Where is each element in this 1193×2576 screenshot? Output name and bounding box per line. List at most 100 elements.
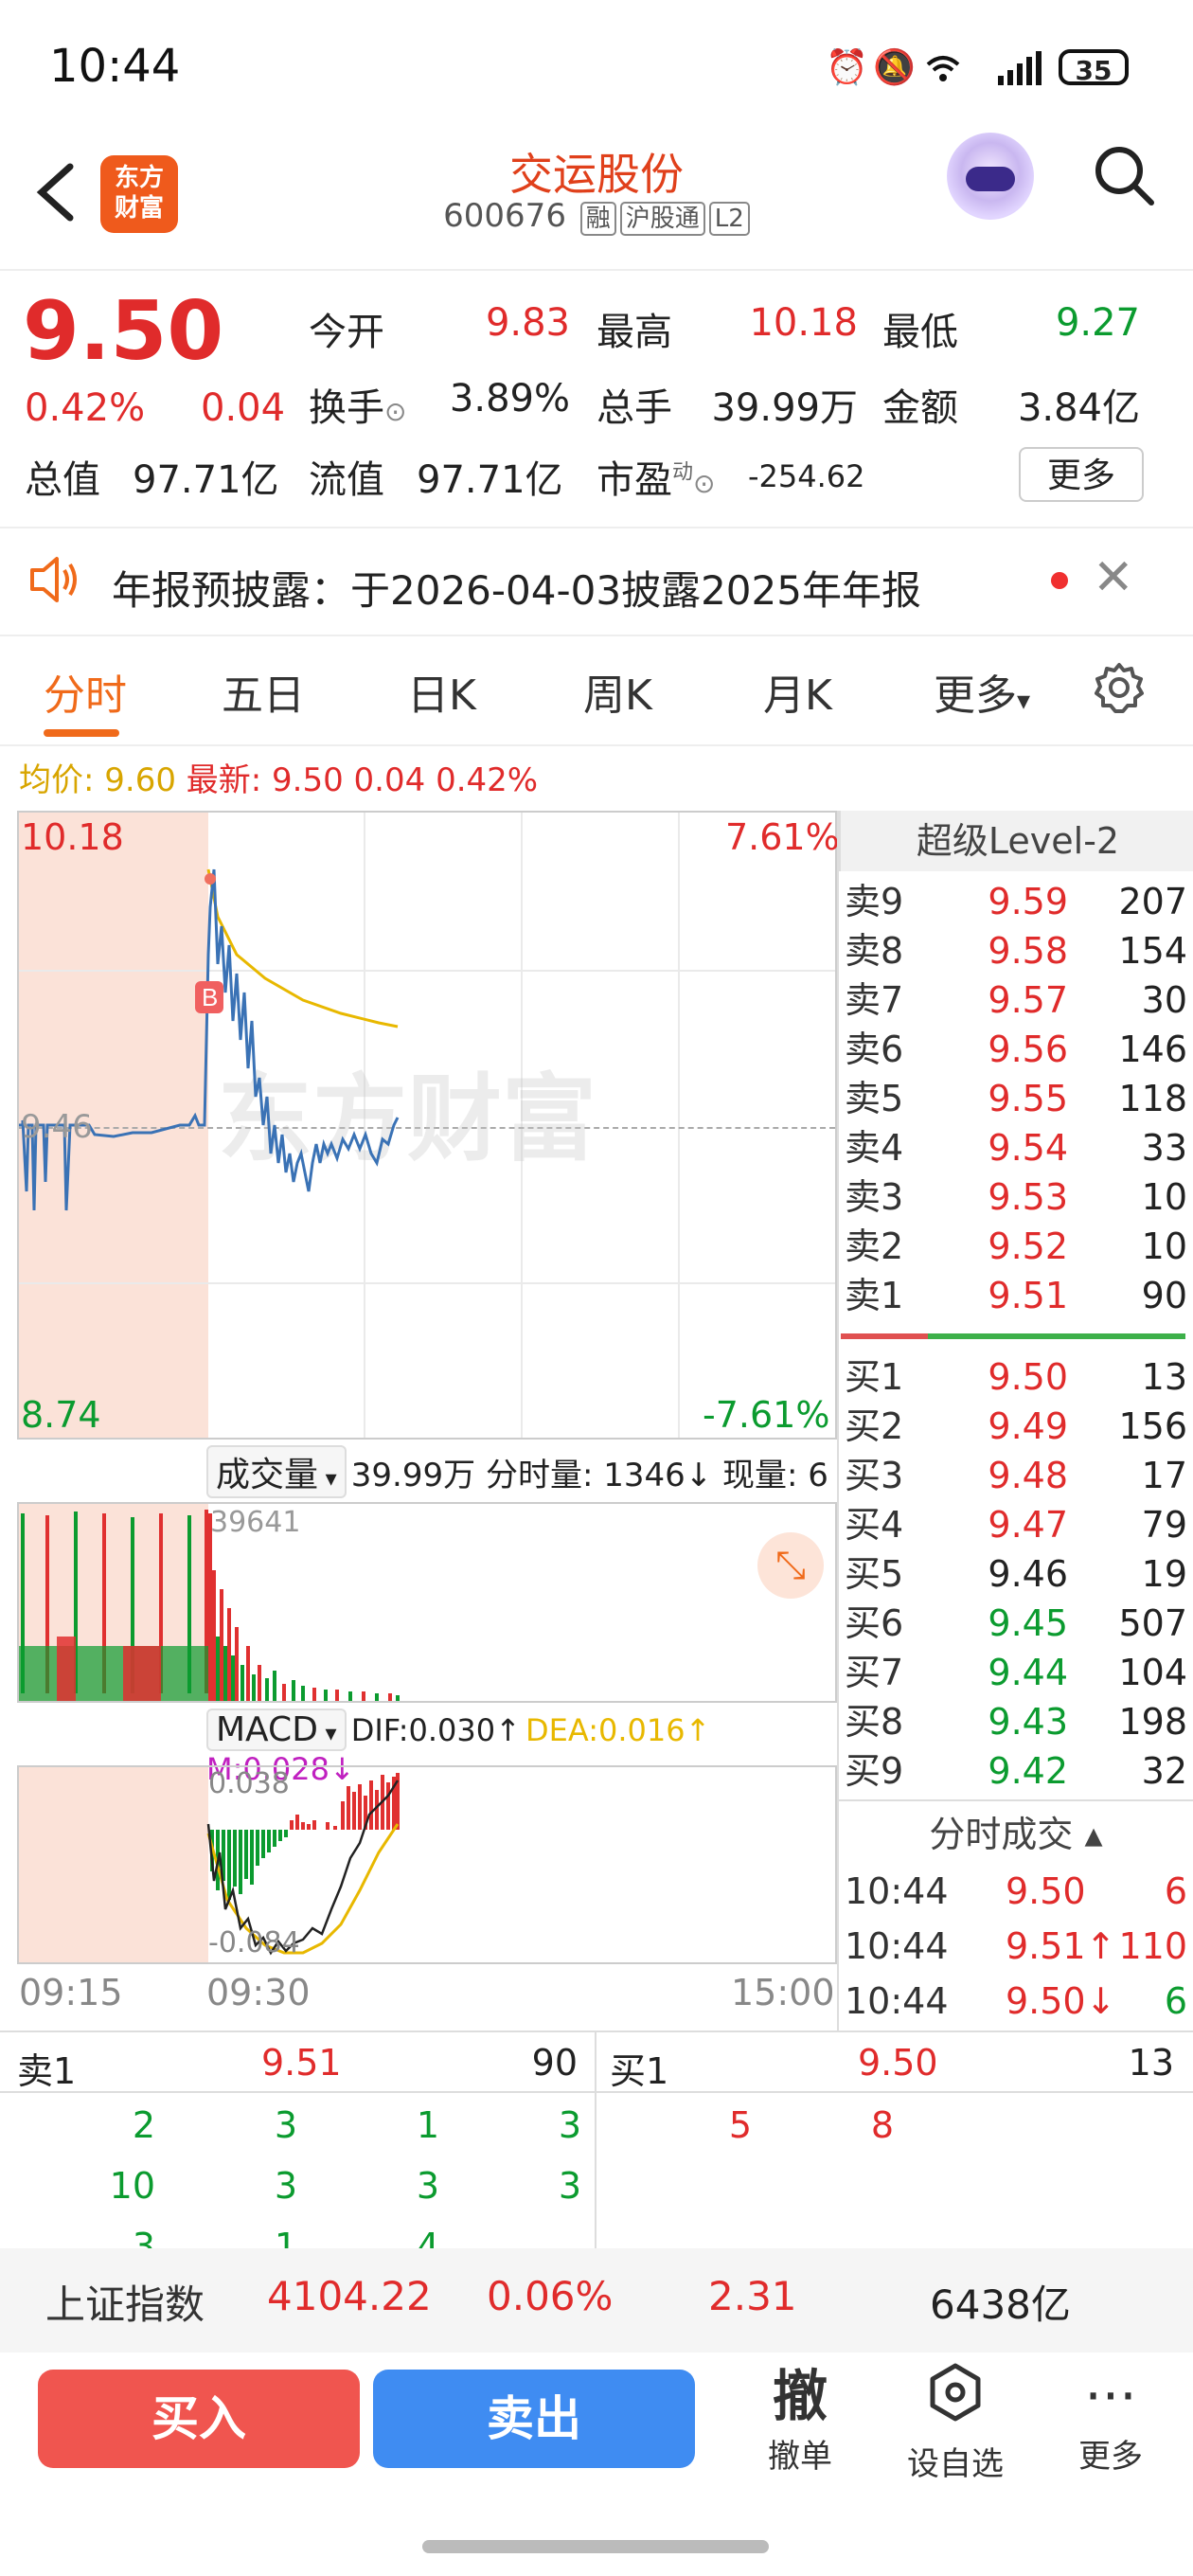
bid-row[interactable]: 买8 9.43 198 <box>845 1697 1187 1746</box>
bid-volume: 13 <box>1141 1356 1187 1398</box>
ask-label: 卖6 <box>845 1029 904 1070</box>
buy-button[interactable]: 买入 <box>38 2370 360 2468</box>
ask-price: 9.58 <box>988 930 1068 972</box>
tab-more[interactable]: 更多▾ <box>934 661 1030 722</box>
gear-icon[interactable] <box>1091 659 1148 729</box>
ask-price: 9.57 <box>988 979 1068 1021</box>
bid-row[interactable]: 买7 9.44 104 <box>845 1648 1187 1697</box>
bid-row[interactable]: 买3 9.48 17 <box>845 1451 1187 1500</box>
bid-label: 买5 <box>845 1553 904 1595</box>
tab-five-day[interactable]: 五日 <box>222 661 305 722</box>
ask-row[interactable]: 卖2 9.52 10 <box>845 1222 1187 1271</box>
bid-label: 买8 <box>845 1701 904 1743</box>
bid-row[interactable]: 买2 9.49 156 <box>845 1402 1187 1451</box>
ask-price: 9.52 <box>988 1225 1068 1267</box>
tab-monthly-k[interactable]: 月K <box>763 661 832 722</box>
volume-header: 成交量 ▾ 39.99万 分时量: 1346↓ 现量: 6 <box>206 1445 837 1498</box>
ask-row[interactable]: 卖6 9.56 146 <box>845 1025 1187 1074</box>
ask-row[interactable]: 卖5 9.55 118 <box>845 1074 1187 1123</box>
ask-volume: 10 <box>1141 1176 1187 1218</box>
ask-row[interactable]: 卖1 9.51 90 <box>845 1271 1187 1320</box>
float-cap-label: 流值 <box>309 458 384 502</box>
home-indicator[interactable] <box>422 2540 769 2553</box>
time-axis-open: 09:30 <box>206 1972 311 2013</box>
ask-volume: 207 <box>1118 881 1187 922</box>
level2-title[interactable]: 超级Level-2 <box>839 811 1193 871</box>
notice-text[interactable]: 年报预披露：于2026-04-03披露2025年年报 <box>112 559 921 617</box>
market-cap-value: 97.71亿 <box>133 458 279 502</box>
queue-sell-order: 3 <box>558 2104 581 2146</box>
ask-row[interactable]: 卖3 9.53 10 <box>845 1172 1187 1222</box>
mute-icon: 🔕 <box>873 48 916 87</box>
cancel-order-label: 撤单 <box>768 2438 832 2476</box>
tick-time: 10:44 <box>845 1870 949 1912</box>
macd-dropdown[interactable]: MACD ▾ <box>206 1708 347 1751</box>
bid-volume: 79 <box>1141 1504 1187 1546</box>
queue-sell-label: 卖1 <box>17 2050 77 2092</box>
ask-volume: 30 <box>1141 979 1187 1021</box>
bid-row[interactable]: 买1 9.50 13 <box>845 1352 1187 1402</box>
tick-price: 9.51↑ <box>1006 1925 1116 1967</box>
divider <box>0 744 1193 746</box>
search-icon[interactable] <box>1091 142 1157 208</box>
sell-button[interactable]: 卖出 <box>373 2370 695 2468</box>
volume-dropdown[interactable]: 成交量 ▾ <box>206 1445 347 1498</box>
cancel-order-icon: 撤 <box>772 2364 828 2428</box>
ask-volume: 90 <box>1141 1275 1187 1316</box>
tab-daily-k[interactable]: 日K <box>407 661 476 722</box>
queue-sell-order: 4 <box>416 2226 439 2248</box>
chart-frame <box>17 811 837 1440</box>
bid-row[interactable]: 买9 9.42 32 <box>845 1746 1187 1796</box>
tab-weekly-k[interactable]: 周K <box>583 661 652 722</box>
ask-row[interactable]: 卖7 9.57 30 <box>845 975 1187 1025</box>
wifi-icon <box>924 49 962 87</box>
tick-trades-title[interactable]: 分时成交 ▴ <box>839 1805 1193 1857</box>
back-icon[interactable] <box>28 159 85 225</box>
pe-label-text: 市盈 <box>596 458 672 502</box>
ask-label: 卖3 <box>845 1176 904 1218</box>
chart-low-percent: -7.61% <box>703 1394 830 1436</box>
bid-label: 买4 <box>845 1504 904 1546</box>
unread-dot <box>1051 572 1068 589</box>
tab-intraday[interactable]: 分时 <box>44 661 127 722</box>
open-label: 今开 <box>309 311 384 354</box>
pe-value: -254.62 <box>748 458 865 494</box>
info-icon[interactable]: ⊙ <box>693 468 715 499</box>
ask-row[interactable]: 卖9 9.59 207 <box>845 877 1187 926</box>
more-actions-button[interactable]: ··· 更多 <box>1049 2362 1172 2477</box>
buy-sell-ratio-bar-sell <box>841 1333 928 1339</box>
expand-icon[interactable]: ⤡ <box>757 1532 824 1599</box>
ask-row[interactable]: 卖4 9.54 33 <box>845 1123 1187 1172</box>
market-cap-label: 总值 <box>25 458 100 502</box>
info-icon[interactable]: ⊙ <box>384 396 406 427</box>
index-value: 4104.22 <box>267 2273 432 2319</box>
queue-sell-order: 10 <box>109 2165 155 2207</box>
stock-code-row: 600676 融沪股通 L2 <box>407 197 786 236</box>
current-price: 9.50 <box>23 284 224 379</box>
divider <box>0 527 1193 528</box>
ask-row[interactable]: 卖8 9.58 154 <box>845 926 1187 975</box>
signal-icon <box>996 49 1043 87</box>
volume-info: 39.99万 分时量: 1346↓ 现量: 6 <box>350 1457 828 1494</box>
close-icon[interactable]: ✕ <box>1093 549 1134 606</box>
bid-row[interactable]: 买5 9.46 19 <box>845 1549 1187 1599</box>
bid-price: 9.50 <box>988 1356 1068 1398</box>
divider <box>0 2091 1193 2093</box>
bid-row[interactable]: 买6 9.45 507 <box>845 1599 1187 1648</box>
buy-sell-ratio-bar-buy <box>928 1333 1185 1339</box>
bid-row[interactable]: 买4 9.47 79 <box>845 1500 1187 1549</box>
macd-dif: DIF:0.030↑ <box>350 1712 521 1748</box>
latest-price-label: 最新: 9.50 0.04 0.42% <box>186 761 539 799</box>
change-amount: 0.04 <box>201 386 286 430</box>
volume-dropdown-label: 成交量 <box>216 1456 319 1494</box>
tag-hk-connect: 沪股通 <box>619 202 705 236</box>
queue-sell-row-partial: 3 1 4 <box>0 2226 595 2248</box>
add-watchlist-button[interactable]: 设自选 <box>894 2362 1017 2484</box>
queue-buy-label: 买1 <box>610 2050 669 2092</box>
ask-volume: 146 <box>1118 1029 1187 1070</box>
chart-high-percent: 7.61% <box>725 816 840 858</box>
volume-frame <box>17 1502 837 1703</box>
bid-label: 买9 <box>845 1750 904 1792</box>
more-quote-button[interactable]: 更多 <box>1019 447 1144 502</box>
cancel-order-button[interactable]: 撤 撤单 <box>739 2362 862 2477</box>
